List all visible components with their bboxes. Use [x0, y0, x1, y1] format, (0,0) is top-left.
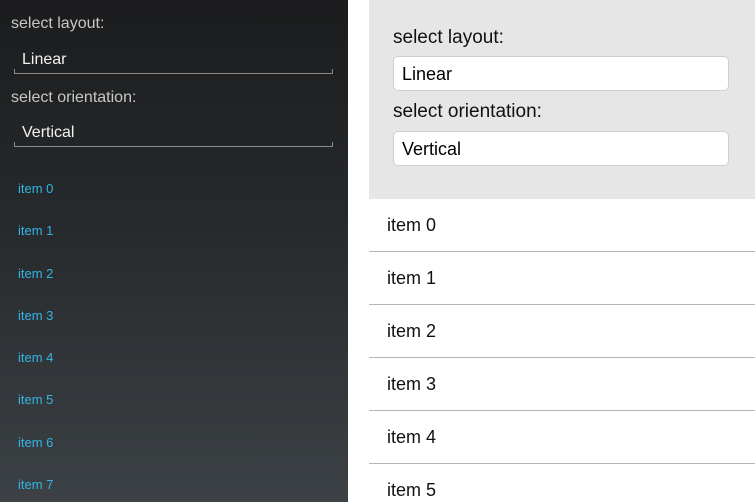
layout-field-value: Linear — [22, 51, 67, 68]
layout-field[interactable]: Linear — [14, 48, 333, 74]
list-item[interactable]: item 7 — [0, 464, 348, 502]
orientation-label: select orientation: — [11, 89, 137, 106]
list-item[interactable]: item 5 — [369, 464, 755, 502]
ios-header: select layout: Linear select orientation… — [369, 0, 755, 199]
layout-field[interactable]: Linear — [393, 56, 729, 91]
orientation-label: select orientation: — [393, 101, 542, 122]
screenshot-root: select layout: Linear select orientation… — [0, 0, 755, 502]
list-item[interactable]: item 5 — [0, 379, 348, 421]
orientation-field-value: Vertical — [402, 139, 462, 159]
list-item[interactable]: item 4 — [0, 337, 348, 379]
list-item[interactable]: item 2 — [369, 305, 755, 358]
layout-label: select layout: — [11, 15, 105, 32]
list-item[interactable]: item 0 — [0, 168, 348, 210]
layout-label: select layout: — [393, 27, 504, 48]
ios-panel: select layout: Linear select orientation… — [369, 0, 755, 502]
android-item-list: item 0 item 1 item 2 item 3 item 4 item … — [0, 168, 348, 502]
orientation-field[interactable]: Vertical — [393, 131, 729, 166]
list-item[interactable]: item 3 — [0, 295, 348, 337]
list-item[interactable]: item 1 — [0, 210, 348, 252]
orientation-field[interactable]: Vertical — [14, 121, 333, 147]
list-item[interactable]: item 6 — [0, 422, 348, 464]
panel-divider — [348, 0, 369, 502]
list-item[interactable]: item 1 — [369, 252, 755, 305]
android-panel: select layout: Linear select orientation… — [0, 0, 348, 502]
list-item[interactable]: item 3 — [369, 358, 755, 411]
list-item[interactable]: item 0 — [369, 199, 755, 252]
orientation-field-value: Vertical — [22, 124, 75, 141]
layout-field-value: Linear — [402, 64, 453, 84]
ios-item-list: item 0 item 1 item 2 item 3 item 4 item … — [369, 199, 755, 502]
list-item[interactable]: item 4 — [369, 411, 755, 464]
list-item[interactable]: item 2 — [0, 253, 348, 295]
